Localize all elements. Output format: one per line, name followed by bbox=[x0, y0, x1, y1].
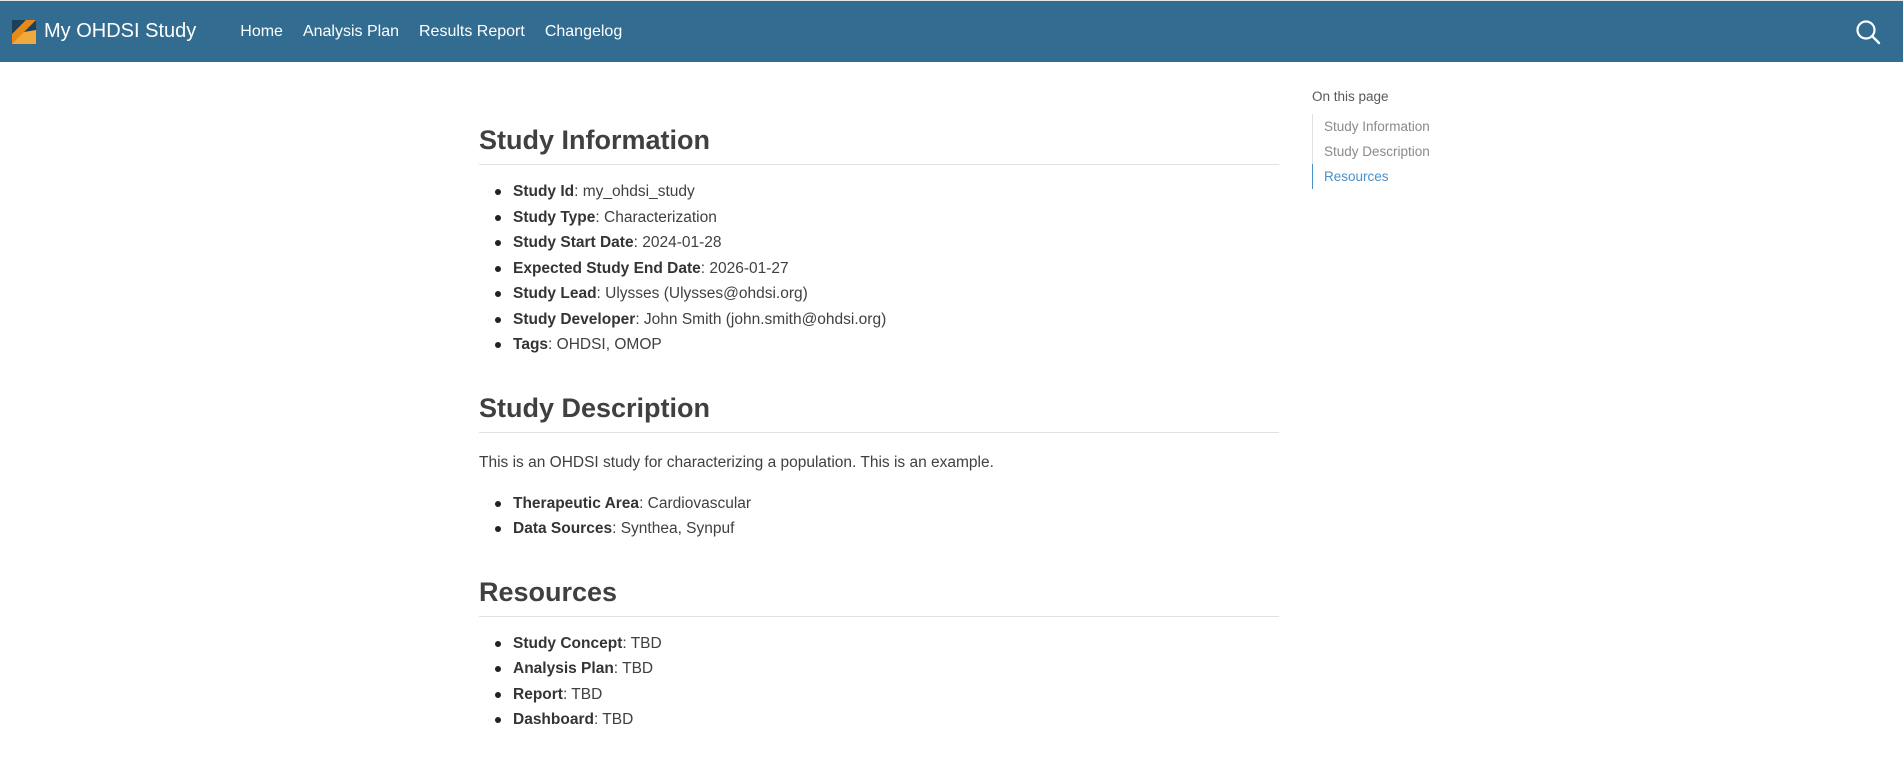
item-value: : TBD bbox=[593, 711, 634, 728]
section-title-study-description: Study Description bbox=[479, 393, 1279, 433]
toc-title: On this page bbox=[1312, 89, 1389, 104]
section-title-resources: Resources bbox=[479, 577, 1279, 617]
item-key: Study Start Date bbox=[513, 234, 634, 251]
item-key: Study Lead bbox=[513, 285, 597, 302]
nav-link-changelog[interactable]: Changelog bbox=[535, 23, 632, 41]
item-value: : John Smith (john.smith@ohdsi.org) bbox=[635, 310, 887, 328]
brand-title: My OHDSI Study bbox=[44, 20, 197, 42]
item-key: Study Concept bbox=[513, 634, 623, 652]
toc-link-study-description[interactable]: Study Description bbox=[1313, 139, 1512, 164]
bullet bbox=[495, 189, 501, 195]
item-value: : Cardiovascular bbox=[639, 494, 752, 512]
item-value: : TBD bbox=[562, 685, 603, 703]
item-value: : Ulysses (Ulysses@ohdsi.org) bbox=[596, 285, 808, 302]
bullet bbox=[495, 666, 501, 672]
item-value: : Synthea, Synpuf bbox=[612, 520, 735, 537]
item-value: : Characterization bbox=[595, 208, 717, 226]
section-title-study-information: Study Information bbox=[479, 125, 1279, 165]
item-key: Expected Study End Date bbox=[513, 259, 701, 277]
list-item: Study Id: my_ohdsi_study bbox=[479, 179, 1279, 205]
item-key: Study Developer bbox=[513, 310, 636, 328]
bullet bbox=[495, 342, 501, 348]
toc-link-study-information[interactable]: Study Information bbox=[1313, 114, 1512, 139]
list-item: Study Lead: Ulysses (Ulysses@ohdsi.org) bbox=[479, 281, 1279, 307]
study-description-paragraph: This is an OHDSI study for characterizin… bbox=[479, 453, 994, 471]
brand-link[interactable]: My OHDSI Study bbox=[12, 19, 197, 44]
resources-list: Study Concept: TBD Analysis Plan: TBD Re… bbox=[479, 631, 1279, 733]
item-key: Study Type bbox=[513, 208, 596, 226]
bullet bbox=[495, 640, 501, 647]
nav-link-home[interactable]: Home bbox=[230, 23, 293, 41]
item-value: : my_ohdsi_study bbox=[574, 183, 695, 200]
item-value: : 2024-01-28 bbox=[633, 234, 722, 251]
bullet bbox=[495, 291, 501, 297]
list-item: Tags: OHDSI, OMOP bbox=[479, 332, 1279, 358]
item-value: : 2026-01-27 bbox=[700, 259, 789, 277]
item-value: : TBD bbox=[622, 634, 662, 652]
study-information-list: Study Id: my_ohdsi_study Study Type: Cha… bbox=[479, 179, 1279, 358]
item-key: Study Id bbox=[513, 183, 575, 200]
list-item: Study Developer: John Smith (john.smith@… bbox=[479, 307, 1279, 333]
bullet bbox=[495, 265, 501, 272]
bullet bbox=[495, 691, 501, 698]
list-item: Study Type: Characterization bbox=[479, 205, 1279, 231]
study-description-list: Therapeutic Area: Cardiovascular Data So… bbox=[479, 491, 1279, 542]
item-key: Analysis Plan bbox=[513, 660, 614, 677]
nav-link-analysis-plan[interactable]: Analysis Plan bbox=[293, 23, 409, 41]
toc-list: Study Information Study Description Reso… bbox=[1312, 114, 1512, 189]
nav-links: Home Analysis Plan Results Report Change… bbox=[230, 23, 632, 41]
item-key: Dashboard bbox=[513, 711, 594, 728]
list-item: Report: TBD bbox=[479, 682, 1279, 708]
item-value: : OHDSI, OMOP bbox=[548, 336, 662, 353]
list-item: Study Start Date: 2024-01-28 bbox=[479, 230, 1279, 256]
main-content: Study Information Study Id: my_ohdsi_stu… bbox=[479, 62, 1279, 733]
search-icon[interactable] bbox=[1855, 19, 1881, 45]
bullet bbox=[495, 500, 501, 507]
bullet bbox=[495, 214, 501, 221]
bullet bbox=[495, 717, 501, 723]
toc-sidebar: On this page Study Information Study Des… bbox=[1312, 89, 1512, 189]
item-key: Report bbox=[513, 685, 563, 703]
nav-link-results-report[interactable]: Results Report bbox=[409, 23, 535, 41]
list-item: Data Sources: Synthea, Synpuf bbox=[479, 516, 1279, 542]
item-key: Data Sources bbox=[513, 520, 613, 537]
item-key: Therapeutic Area bbox=[513, 494, 640, 512]
top-navbar: My OHDSI Study Home Analysis Plan Result… bbox=[0, 0, 1903, 62]
ohdsi-logo-icon bbox=[12, 19, 36, 44]
list-item: Study Concept: TBD bbox=[479, 631, 1279, 657]
item-key: Tags bbox=[513, 336, 549, 353]
list-item: Dashboard: TBD bbox=[479, 707, 1279, 733]
toc-link-resources[interactable]: Resources bbox=[1312, 164, 1512, 189]
bullet bbox=[495, 316, 501, 323]
list-item: Expected Study End Date: 2026-01-27 bbox=[479, 256, 1279, 282]
bullet bbox=[495, 526, 501, 532]
item-value: : TBD bbox=[613, 660, 654, 677]
bullet bbox=[495, 240, 501, 246]
list-item: Analysis Plan: TBD bbox=[479, 656, 1279, 682]
list-item: Therapeutic Area: Cardiovascular bbox=[479, 491, 1279, 517]
